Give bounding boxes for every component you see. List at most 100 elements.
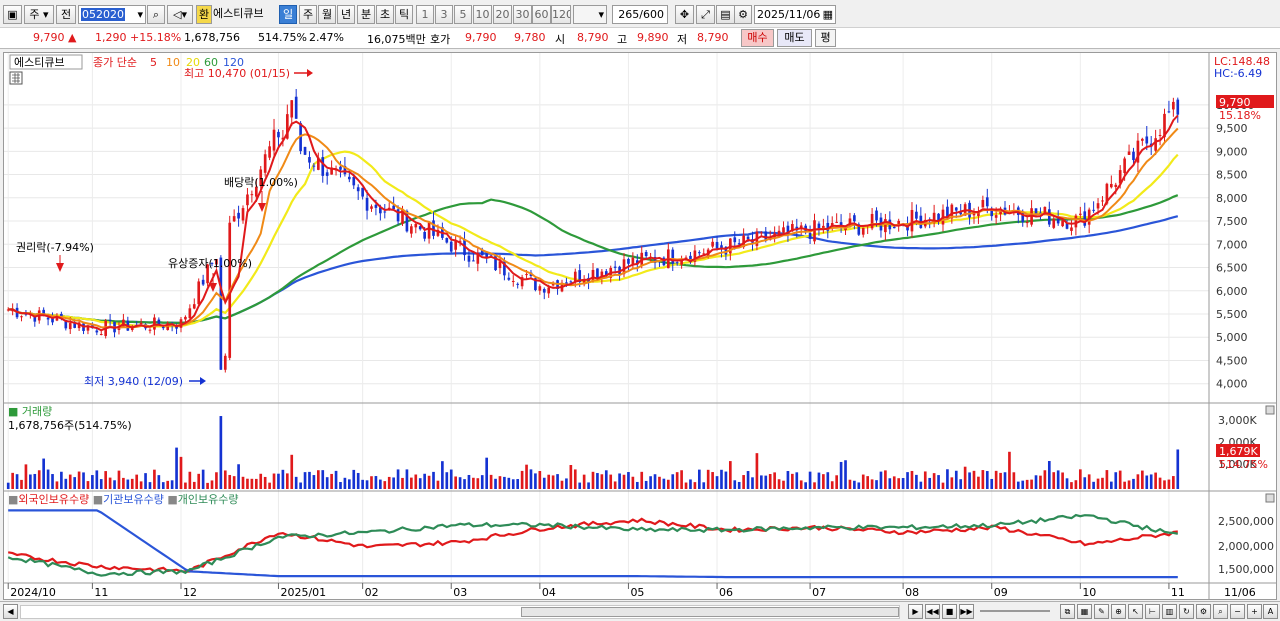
candle-body (910, 209, 914, 232)
volume-bar (711, 472, 714, 489)
save-icon[interactable]: ▤ (716, 5, 735, 24)
sell-button[interactable]: 매도 (777, 29, 812, 47)
volume-bar (11, 472, 14, 489)
interval-3[interactable]: 3 (435, 5, 453, 24)
holding-panel-close-icon[interactable] (1265, 493, 1275, 503)
eval-button[interactable]: 평 (815, 29, 836, 47)
cursor-icon[interactable]: ↖ (1128, 604, 1143, 619)
volume-bar (126, 479, 130, 489)
interval-1[interactable]: 1 (416, 5, 434, 24)
candle-body (808, 232, 812, 239)
ruler-icon[interactable]: ⊢ (1145, 604, 1160, 619)
candle-body (472, 260, 475, 262)
tab-tick[interactable]: 틱 (395, 5, 413, 24)
chart-area[interactable]: 10,0009,5009,0008,5008,0007,5007,0006,50… (3, 52, 1277, 600)
volume-bar (1118, 470, 1122, 489)
interval-10[interactable]: 10 (473, 5, 492, 24)
settings-icon[interactable]: ⚙ (1196, 604, 1211, 619)
refresh-icon[interactable]: ↻ (1179, 604, 1194, 619)
interval-5[interactable]: 5 (454, 5, 472, 24)
tab-month[interactable]: 월 (318, 5, 336, 24)
tab-week[interactable]: 주 (299, 5, 317, 24)
holding-lines (7, 509, 1179, 579)
volume-bar (383, 481, 387, 489)
candle-body (20, 316, 23, 318)
scroll-right-icon[interactable]: ▶ (908, 604, 923, 619)
volume-bar (968, 472, 971, 489)
interval-60[interactable]: 60 (532, 5, 551, 24)
tab-day[interactable]: 일 (279, 5, 297, 24)
volume-bar (830, 481, 834, 489)
volume-bar (578, 482, 582, 489)
volume-bar (569, 465, 573, 489)
candle-body (573, 271, 577, 282)
interval-120[interactable]: 120 (551, 5, 571, 24)
candle-body (325, 172, 329, 176)
zoom-in-icon[interactable]: + (1247, 604, 1262, 619)
copy-icon[interactable]: ⧉ (1060, 604, 1075, 619)
volume-bar (476, 478, 480, 489)
holding-panel: ■외국인보유수량 ■기관보유수량 ■개인보유수량 2,500,000 2,000… (4, 490, 1276, 579)
zoom-out-icon[interactable]: − (1230, 604, 1245, 619)
interval-30[interactable]: 30 (513, 5, 532, 24)
date-input[interactable]: 2025/11/06 ▦ (754, 5, 836, 24)
fast-forward-icon[interactable]: ▶▶ (959, 604, 974, 619)
scroll-track[interactable] (20, 605, 900, 619)
zoom-icon[interactable]: ⌕ (1213, 604, 1228, 619)
draw-icon[interactable]: ✎ (1094, 604, 1109, 619)
volume-bar (179, 456, 183, 489)
scroll-left-icon[interactable]: ◀ (3, 604, 18, 619)
volume-bar (1163, 480, 1166, 489)
prev-button[interactable]: 전 (56, 5, 76, 24)
volume-bar (99, 479, 103, 489)
tab-year[interactable]: 년 (337, 5, 355, 24)
candle-body (954, 207, 958, 211)
line-tool-icon[interactable]: ⤢ (696, 5, 715, 24)
volume-bar (706, 469, 710, 489)
grid-icon[interactable]: ▦ (1077, 604, 1092, 619)
tab-second[interactable]: 초 (376, 5, 394, 24)
high-arrow-icon (307, 69, 313, 77)
interval-dropdown[interactable]: ▾ (573, 5, 607, 24)
candle-body (1078, 213, 1082, 215)
x-axis-label: 08 (905, 586, 919, 599)
volume-bar (724, 471, 728, 489)
candle-body (263, 154, 267, 173)
crosshair-tool-icon[interactable]: ⊕ (1111, 604, 1126, 619)
volume-panel-close-icon[interactable] (1265, 405, 1275, 415)
tab-minute[interactable]: 분 (357, 5, 375, 24)
font-size-icon[interactable]: A (1263, 604, 1278, 619)
volume-bar (494, 478, 497, 489)
search-icon[interactable]: ⌕ (147, 5, 165, 24)
volume-bar (64, 478, 68, 489)
buy-button[interactable]: 매수 (741, 29, 774, 47)
candle-body (507, 277, 511, 280)
interval-20[interactable]: 20 (493, 5, 512, 24)
exchange-button[interactable]: 환 (196, 5, 212, 24)
scroll-thumb[interactable] (521, 607, 899, 617)
chart-canvas[interactable]: 10,0009,5009,0008,5008,0007,5007,0006,50… (4, 53, 1276, 599)
period-select[interactable]: 주 ▾ (24, 5, 54, 24)
price-tick-label: 4,000 (1216, 378, 1248, 391)
volume-bar (1114, 472, 1118, 489)
count-input[interactable]: 265/600 (612, 5, 668, 24)
volume-bar (622, 474, 626, 489)
volume-bar (370, 476, 373, 489)
speaker-icon[interactable]: ◁▾ (167, 5, 193, 24)
legend-ma10: 10 (166, 56, 180, 69)
chart-type-icon[interactable]: ▥ (1162, 604, 1177, 619)
volume-bar (1030, 479, 1033, 489)
layout-icon[interactable]: ▣ (3, 5, 22, 24)
crosshair-icon[interactable]: ✥ (675, 5, 694, 24)
candle-body (760, 232, 763, 234)
stop-icon[interactable]: ■ (942, 604, 957, 619)
ask-price: 9,790 (465, 31, 497, 44)
volume-bar (1003, 472, 1007, 489)
volume-bar (144, 473, 147, 489)
gear-icon[interactable]: ⚙ (734, 5, 752, 24)
stock-code-input[interactable]: 052020 ▾ (78, 5, 146, 24)
volume-bar (671, 474, 675, 489)
rewind-icon[interactable]: ◀◀ (925, 604, 940, 619)
volume-bar (1061, 472, 1064, 489)
zoom-slider[interactable] (980, 610, 1050, 612)
